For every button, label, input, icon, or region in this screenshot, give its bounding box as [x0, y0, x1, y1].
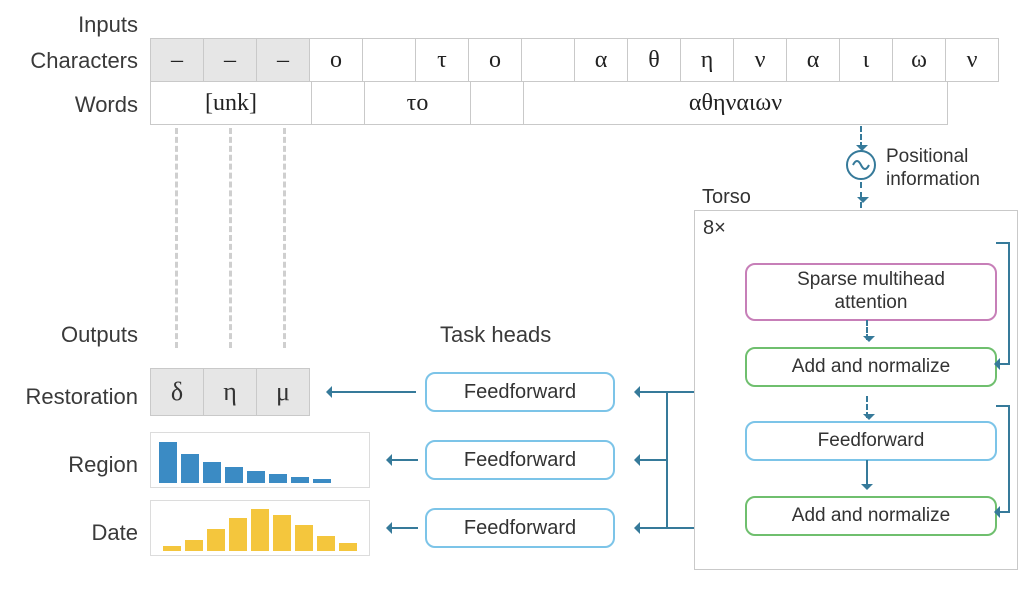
skip-connection — [996, 405, 1010, 513]
task-heads-label: Task heads — [440, 322, 551, 348]
char-cell: τ — [415, 38, 469, 82]
add-normalize-layer: Add and normalize — [745, 347, 997, 387]
char-cell: α — [574, 38, 628, 82]
arrow-left — [636, 459, 666, 461]
bar — [269, 474, 287, 483]
char-cell: – — [256, 38, 310, 82]
arrow-down — [866, 460, 868, 488]
restoration-char: μ — [256, 368, 310, 416]
feedforward-layer: Feedforward — [745, 421, 997, 461]
bar — [181, 454, 199, 483]
feedforward-head-restoration: Feedforward — [425, 372, 615, 412]
arrow-down — [860, 182, 862, 208]
char-cell: ν — [945, 38, 999, 82]
bar — [159, 442, 177, 483]
char-cell: – — [150, 38, 204, 82]
bar — [295, 525, 313, 551]
bar — [229, 518, 247, 551]
word-cell-to: το — [364, 81, 471, 125]
torso-label: Torso — [702, 186, 751, 209]
bar — [207, 529, 225, 551]
bar — [313, 479, 331, 483]
char-cell: θ — [627, 38, 681, 82]
positional-encoding-icon — [846, 150, 876, 180]
char-cell: η — [680, 38, 734, 82]
char-cell: α — [786, 38, 840, 82]
dashed-connector — [283, 128, 286, 348]
region-chart — [150, 432, 370, 488]
arrow-left — [636, 527, 666, 529]
char-cell: – — [203, 38, 257, 82]
restoration-label: Restoration — [6, 384, 138, 410]
restoration-char: δ — [150, 368, 204, 416]
date-chart — [150, 500, 370, 556]
word-cell-unk: [unk] — [150, 81, 312, 125]
characters-row: –––οτοαθηναιων — [150, 38, 999, 82]
words-row: [unk] το αθηναιων — [150, 81, 948, 125]
bar — [339, 543, 357, 551]
bar — [163, 546, 181, 552]
bar — [251, 509, 269, 551]
arrow-down — [866, 396, 868, 418]
characters-label: Characters — [20, 48, 138, 74]
bar — [273, 515, 291, 551]
torso-block: 8× Sparse multiheadattention Add and nor… — [694, 210, 1018, 570]
inputs-label: Inputs — [20, 12, 138, 38]
char-cell: ο — [309, 38, 363, 82]
char-cell: ν — [733, 38, 787, 82]
dashed-connector — [175, 128, 178, 348]
char-cell: ι — [839, 38, 893, 82]
bar — [225, 467, 243, 483]
char-cell: ο — [468, 38, 522, 82]
positional-info-label: Positionalinformation — [886, 146, 980, 192]
word-cell-space — [470, 81, 524, 125]
bar — [247, 471, 265, 483]
arrow-left — [328, 391, 416, 393]
word-cell-athens: αθηναιων — [523, 81, 948, 125]
dashed-connector — [229, 128, 232, 348]
char-cell — [362, 38, 416, 82]
arrow-left — [388, 459, 418, 461]
feedforward-head-region: Feedforward — [425, 440, 615, 480]
outputs-label: Outputs — [20, 322, 138, 348]
bar — [291, 477, 309, 483]
bar — [317, 536, 335, 551]
skip-connection — [996, 242, 1010, 365]
output-connector — [666, 391, 694, 529]
restoration-char: η — [203, 368, 257, 416]
word-cell-space — [311, 81, 365, 125]
add-normalize-layer: Add and normalize — [745, 496, 997, 536]
words-label: Words — [20, 92, 138, 118]
char-cell — [521, 38, 575, 82]
repeat-count: 8× — [703, 217, 726, 240]
bar — [185, 540, 203, 551]
arrow-left — [636, 391, 666, 393]
restoration-output: δημ — [150, 368, 310, 416]
arrow-down — [866, 320, 868, 340]
arrow-left — [388, 527, 418, 529]
attention-layer: Sparse multiheadattention — [745, 263, 997, 321]
region-label: Region — [20, 452, 138, 478]
feedforward-head-date: Feedforward — [425, 508, 615, 548]
char-cell: ω — [892, 38, 946, 82]
date-label: Date — [20, 520, 138, 546]
bar — [203, 462, 221, 484]
